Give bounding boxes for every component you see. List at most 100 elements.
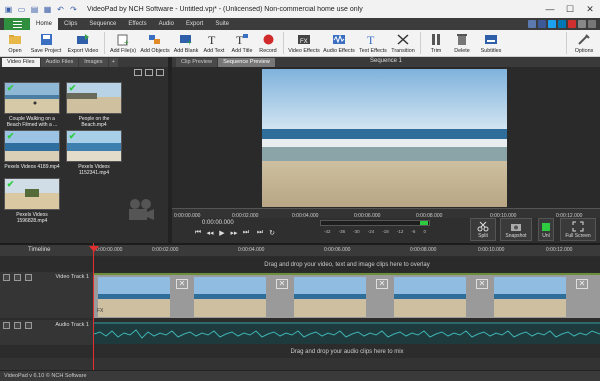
- timeline-clip[interactable]: [494, 277, 566, 317]
- record-button[interactable]: Record: [256, 30, 280, 57]
- add-objects-button[interactable]: Add Objects: [138, 30, 172, 57]
- add-blank-button[interactable]: + Add Blank: [172, 30, 200, 57]
- linkedin-icon[interactable]: [558, 20, 566, 28]
- record-icon: [261, 32, 276, 46]
- transition-marker-icon[interactable]: ✕: [576, 279, 588, 289]
- fx-badge[interactable]: FX: [97, 308, 103, 314]
- transition-button[interactable]: Transition: [389, 30, 417, 57]
- svg-text:+: +: [124, 38, 129, 46]
- track-mute-icon[interactable]: [14, 322, 21, 329]
- save-icon[interactable]: ▦: [42, 4, 53, 15]
- track-options-icon[interactable]: [25, 274, 32, 281]
- undo-icon[interactable]: ↶: [55, 4, 66, 15]
- options-button[interactable]: Options: [570, 30, 598, 57]
- timeline-clip[interactable]: [194, 277, 266, 317]
- playhead-handle[interactable]: [89, 246, 99, 252]
- go-to-end-icon[interactable]: ⏭: [242, 229, 250, 237]
- text-effects-button[interactable]: T Text Effects: [357, 30, 389, 57]
- subtitles-label: Subtitles: [480, 48, 502, 54]
- unlink-button[interactable]: Unl: [538, 218, 554, 241]
- facebook-icon[interactable]: [538, 20, 546, 28]
- track-lock-icon[interactable]: [3, 322, 10, 329]
- transition-marker-icon[interactable]: ✕: [376, 279, 388, 289]
- overlay-drop-zone[interactable]: Drag and drop your video, text and image…: [94, 257, 600, 272]
- step-forward-icon[interactable]: ▸▸: [230, 229, 238, 237]
- ribbon-divider: [566, 32, 567, 54]
- minimize-button[interactable]: —: [540, 0, 560, 18]
- help-icon[interactable]: [578, 20, 586, 28]
- tab-audio-files[interactable]: Audio Files: [40, 58, 79, 67]
- add-bin-tab[interactable]: +: [108, 58, 118, 67]
- thumbnail-view-icon[interactable]: [145, 69, 153, 76]
- audio-track[interactable]: [94, 322, 600, 344]
- transition-label: Transition: [391, 48, 415, 54]
- transition-marker-icon[interactable]: ✕: [176, 279, 188, 289]
- play-icon[interactable]: ▶: [218, 229, 226, 237]
- split-button[interactable]: Split: [470, 218, 496, 241]
- tab-audio[interactable]: Audio: [153, 18, 180, 30]
- status-bar: VideoPad v 6.10 © NCH Software: [0, 370, 600, 381]
- go-to-end-icon[interactable]: ⏭: [256, 229, 264, 237]
- track-visibility-icon[interactable]: [14, 274, 21, 281]
- go-to-start-icon[interactable]: ⏮: [194, 229, 202, 237]
- hamburger-menu-icon[interactable]: [4, 18, 30, 30]
- new-project-icon[interactable]: ▭: [16, 4, 27, 15]
- detail-view-icon[interactable]: [156, 69, 164, 76]
- loop-icon[interactable]: ↻: [268, 229, 276, 237]
- tab-effects[interactable]: Effects: [122, 18, 152, 30]
- add-title-button[interactable]: T Add Title: [228, 30, 256, 57]
- audio-effects-button[interactable]: Audio Effects: [321, 30, 357, 57]
- timeline-clip[interactable]: [294, 277, 366, 317]
- media-clip[interactable]: ✔ Couple Walking on a Beach Filmed with …: [4, 82, 60, 128]
- tab-sequence[interactable]: Sequence: [83, 18, 122, 30]
- media-clip[interactable]: ✔ Pexels Videos 1596828.mp4: [4, 178, 60, 224]
- trim-button[interactable]: Trim: [424, 30, 448, 57]
- open-button[interactable]: Open: [3, 30, 27, 57]
- tab-video-files[interactable]: Video Files: [2, 58, 40, 67]
- settings-icon[interactable]: [588, 20, 596, 28]
- media-clip[interactable]: ✔ People on the Beach.mp4: [66, 82, 122, 128]
- youtube-icon[interactable]: [568, 20, 576, 28]
- snapshot-button[interactable]: Snapshot: [500, 218, 532, 241]
- export-video-button[interactable]: Export Video: [65, 30, 101, 57]
- split-scissors-icon: [477, 221, 489, 232]
- list-view-icon[interactable]: [134, 69, 142, 76]
- timeline-scrollbar[interactable]: [0, 358, 600, 370]
- twitter-icon[interactable]: [548, 20, 556, 28]
- tab-suite[interactable]: Suite: [209, 18, 235, 30]
- transition-marker-icon[interactable]: ✕: [276, 279, 288, 289]
- full-screen-button[interactable]: Full Screen: [560, 218, 596, 241]
- preview-ruler[interactable]: 0:00:00.000 0:00:02.000 0:00:04.000 0:00…: [172, 208, 600, 219]
- media-clip[interactable]: ✔ Pexels Videos 1152341.mp4: [66, 130, 122, 176]
- add-text-button[interactable]: T Add Text: [200, 30, 228, 57]
- audio-drop-zone[interactable]: Drag and drop your audio clips here to m…: [94, 346, 600, 358]
- track-options-icon[interactable]: [25, 322, 32, 329]
- snapshot-label: Snapshot: [505, 233, 527, 239]
- save-project-button[interactable]: Save Project: [27, 30, 65, 57]
- transition-marker-icon[interactable]: ✕: [476, 279, 488, 289]
- video-track[interactable]: ✕ ✕ ✕ ✕ ✕ FX: [94, 273, 600, 318]
- tab-export[interactable]: Export: [180, 18, 209, 30]
- tab-clips[interactable]: Clips: [58, 18, 83, 30]
- text-effects-label: Text Effects: [359, 48, 387, 54]
- open-icon[interactable]: ▤: [29, 4, 40, 15]
- step-back-icon[interactable]: ◂◂: [206, 229, 214, 237]
- redo-icon[interactable]: ↷: [68, 4, 79, 15]
- timeline-clip[interactable]: [98, 277, 170, 317]
- delete-icon: [455, 32, 470, 46]
- timeline-clip[interactable]: [394, 277, 466, 317]
- track-lock-icon[interactable]: [3, 274, 10, 281]
- user-icon[interactable]: [528, 20, 536, 28]
- tab-images[interactable]: Images: [79, 58, 108, 67]
- media-clip[interactable]: ✔ Pexels Videos 4189.mp4: [4, 130, 60, 170]
- maximize-button[interactable]: ☐: [560, 0, 580, 18]
- video-effects-button[interactable]: FX Video Effects: [287, 30, 321, 57]
- delete-button[interactable]: Delete: [448, 30, 476, 57]
- clip-caption: Pexels Videos 1152341.mp4: [78, 164, 110, 176]
- preview-video-frame: [262, 69, 507, 207]
- tab-home[interactable]: Home: [30, 18, 59, 30]
- add-files-button[interactable]: + Add File(s): [108, 30, 138, 57]
- close-button[interactable]: ✕: [580, 0, 600, 18]
- subtitles-button[interactable]: Subtitles: [476, 30, 506, 57]
- playhead[interactable]: [93, 243, 94, 371]
